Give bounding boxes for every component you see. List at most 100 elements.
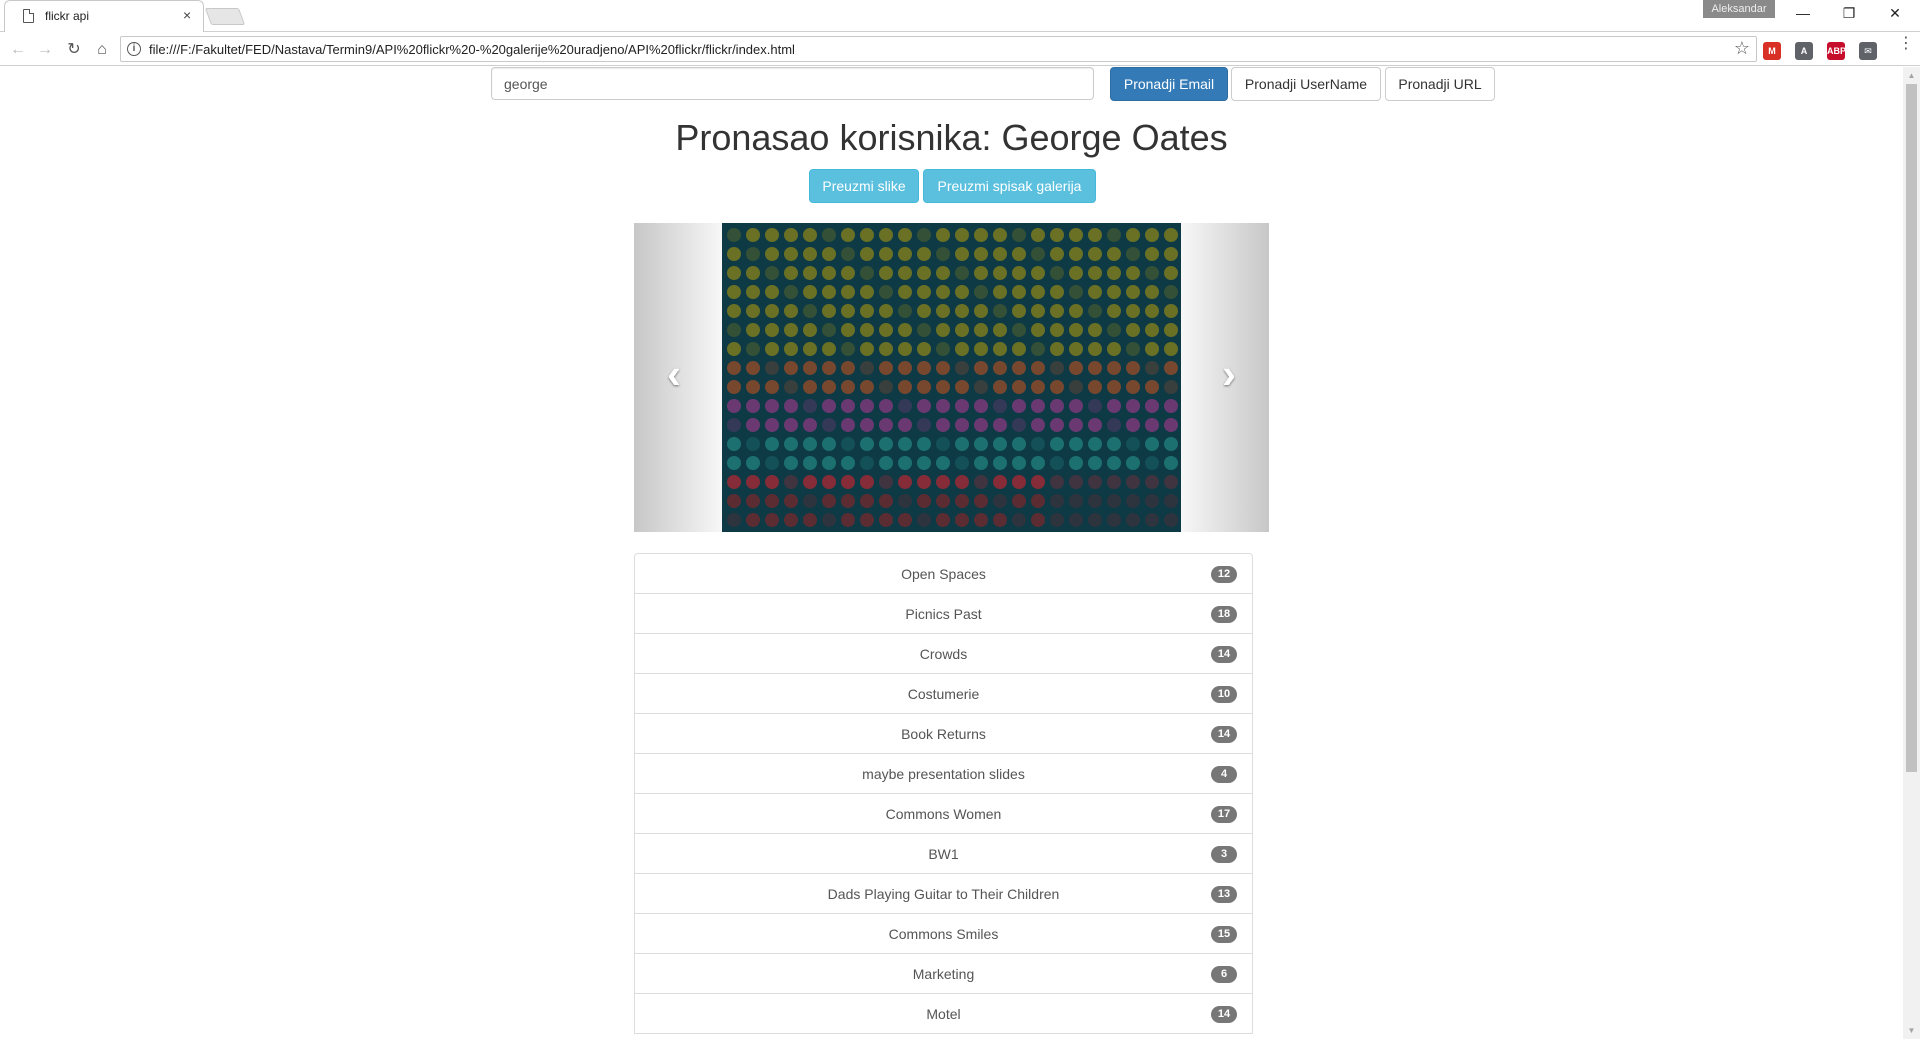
profile-name[interactable]: Aleksandar	[1703, 0, 1775, 18]
image-dot	[955, 342, 969, 356]
gallery-list-item[interactable]: Open Spaces 12	[634, 553, 1253, 594]
image-dot	[1050, 475, 1064, 489]
image-dot	[917, 285, 931, 299]
image-dot	[1031, 361, 1045, 375]
minimize-icon[interactable]: —	[1780, 0, 1826, 28]
image-dot	[974, 342, 988, 356]
search-input[interactable]	[491, 67, 1094, 100]
image-dot	[1012, 304, 1026, 318]
url-text[interactable]: file:///F:/Fakultet/FED/Nastava/Termin9/…	[149, 42, 795, 57]
image-dot	[993, 342, 1007, 356]
tab-close-icon[interactable]: ×	[183, 7, 191, 23]
gallery-list-item[interactable]: Costumerie 10	[634, 673, 1253, 714]
photo-count-badge: 14	[1211, 1006, 1237, 1023]
image-dot	[1031, 342, 1045, 356]
image-dot	[879, 247, 893, 261]
image-dot	[993, 475, 1007, 489]
gallery-list-item[interactable]: Book Returns 14	[634, 713, 1253, 754]
image-dot	[917, 247, 931, 261]
image-dot	[1088, 361, 1102, 375]
image-dot	[1164, 456, 1178, 470]
image-dot	[746, 456, 760, 470]
gallery-list-item[interactable]: Motel 14	[634, 993, 1253, 1034]
download-galleries-button[interactable]: Preuzmi spisak galerija	[923, 169, 1096, 203]
gallery-name: Dads Playing Guitar to Their Children	[827, 886, 1060, 902]
image-dot	[917, 513, 931, 527]
image-dot	[1069, 513, 1083, 527]
image-dot	[1088, 342, 1102, 356]
scroll-up-icon[interactable]: ▲	[1903, 67, 1920, 84]
adblock-plus-icon[interactable]: ABP	[1827, 42, 1846, 60]
image-dot	[727, 456, 741, 470]
image-dot	[1145, 285, 1159, 299]
image-dot	[727, 361, 741, 375]
gallery-name: BW1	[928, 846, 959, 862]
browser-tab[interactable]: flickr api ×	[4, 0, 204, 32]
gmail-icon[interactable]: M	[1763, 42, 1781, 60]
image-dot	[765, 228, 779, 242]
image-dot	[936, 494, 950, 508]
gallery-list-item[interactable]: Picnics Past 18	[634, 593, 1253, 634]
find-email-button[interactable]: Pronadji Email	[1110, 67, 1228, 101]
image-dot	[1012, 399, 1026, 413]
gallery-list-item[interactable]: Commons Smiles 15	[634, 913, 1253, 954]
image-dot	[803, 418, 817, 432]
new-tab-button[interactable]	[204, 8, 246, 25]
image-dot	[860, 399, 874, 413]
restore-icon[interactable]: ❐	[1826, 0, 1872, 28]
image-dot	[1069, 456, 1083, 470]
image-dot	[936, 380, 950, 394]
gallery-list-item[interactable]: Crowds 14	[634, 633, 1253, 674]
mail-extension-icon[interactable]: ✉	[1859, 42, 1877, 60]
gallery-name: Book Returns	[901, 726, 986, 742]
bookmark-star-icon[interactable]: ☆	[1734, 38, 1750, 59]
gallery-list-item[interactable]: maybe presentation slides 4	[634, 753, 1253, 794]
image-dot	[860, 456, 874, 470]
reload-icon[interactable]: ↻	[62, 38, 86, 62]
gallery-list-item[interactable]: Marketing 6	[634, 953, 1253, 994]
image-dot	[765, 513, 779, 527]
photo-count-badge: 15	[1211, 926, 1237, 943]
find-url-button[interactable]: Pronadji URL	[1385, 67, 1495, 101]
gallery-list-item[interactable]: Dads Playing Guitar to Their Children 13	[634, 873, 1253, 914]
image-dot	[993, 323, 1007, 337]
image-dot	[1164, 304, 1178, 318]
info-icon[interactable]: i	[127, 42, 141, 56]
image-dot	[765, 399, 779, 413]
forward-arrow-icon[interactable]: →	[33, 38, 57, 62]
home-icon[interactable]: ⌂	[90, 38, 114, 62]
image-dot	[974, 304, 988, 318]
image-dot	[917, 437, 931, 451]
image-dot	[1126, 342, 1140, 356]
scroll-thumb[interactable]	[1906, 84, 1917, 772]
gallery-list-item[interactable]: Commons Women 17	[634, 793, 1253, 834]
image-dot	[1069, 380, 1083, 394]
address-bar[interactable]: i file:///F:/Fakultet/FED/Nastava/Termin…	[120, 36, 1757, 62]
image-dot	[936, 247, 950, 261]
image-dot	[822, 342, 836, 356]
image-dot	[746, 285, 760, 299]
image-dot	[727, 266, 741, 280]
shield-extension-icon[interactable]: A	[1795, 42, 1813, 60]
scroll-down-icon[interactable]: ▼	[1903, 1022, 1920, 1039]
image-dot	[936, 513, 950, 527]
image-dot	[1069, 494, 1083, 508]
image-dot	[860, 285, 874, 299]
image-dot	[1164, 418, 1178, 432]
carousel-next-button[interactable]: ›	[1181, 223, 1269, 532]
back-arrow-icon[interactable]: ←	[6, 38, 30, 62]
image-dot	[1145, 456, 1159, 470]
download-photos-button[interactable]: Preuzmi slike	[809, 169, 919, 203]
image-dot	[879, 342, 893, 356]
browser-menu-icon[interactable]: ⋮	[1898, 36, 1914, 52]
image-dot	[1164, 361, 1178, 375]
page-scrollbar[interactable]: ▲ ▼	[1903, 67, 1920, 1039]
find-username-button[interactable]: Pronadji UserName	[1231, 67, 1381, 101]
carousel-prev-button[interactable]: ‹	[634, 223, 722, 532]
image-carousel: ‹ ›	[634, 223, 1269, 532]
gallery-list-item[interactable]: BW1 3	[634, 833, 1253, 874]
window-close-icon[interactable]: ✕	[1872, 0, 1918, 28]
image-dot	[1088, 399, 1102, 413]
image-dot	[1126, 513, 1140, 527]
image-dot	[936, 475, 950, 489]
